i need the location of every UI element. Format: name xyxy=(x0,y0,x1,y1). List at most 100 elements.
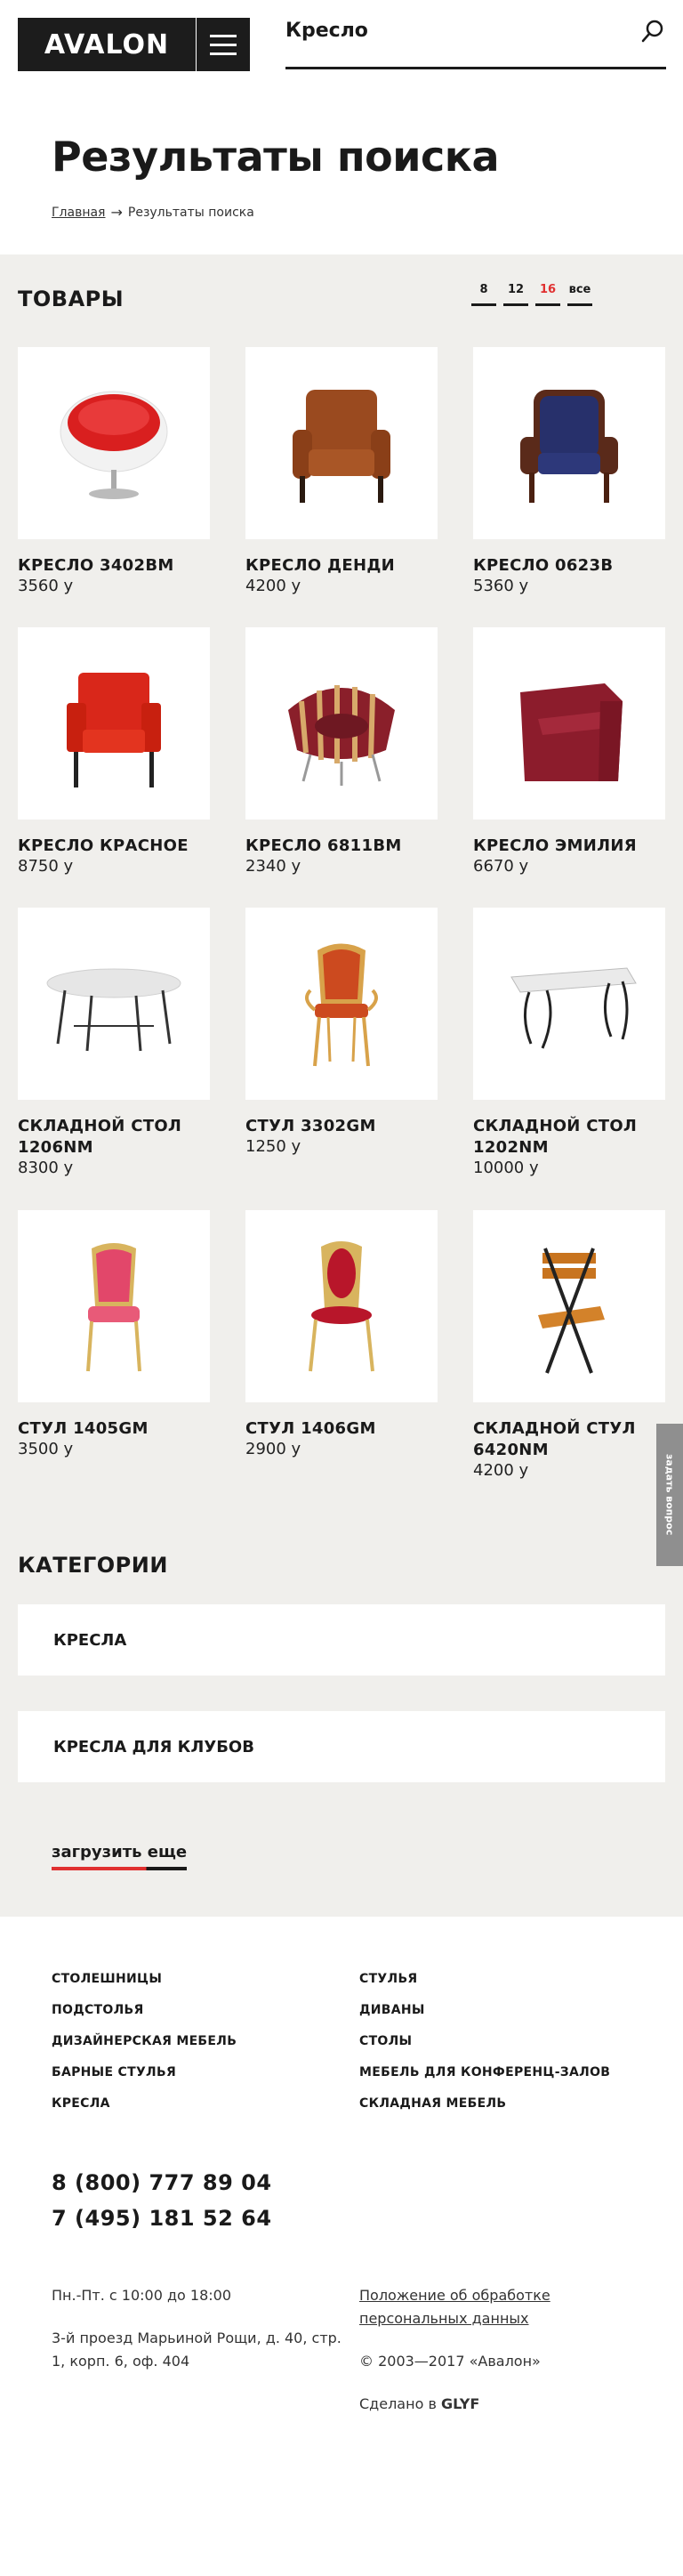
site-header: AVALON xyxy=(0,0,683,87)
product-price: 4200 у xyxy=(245,577,301,595)
product-price: 1250 у xyxy=(245,1137,301,1156)
title-section: Результаты поиска Главная → Результаты п… xyxy=(0,87,683,254)
product-card[interactable]: СТУЛ 1406GM 2900 у xyxy=(245,1210,438,1508)
footer-link[interactable]: ДИЗАЙНЕРСКАЯ МЕБЕЛЬ xyxy=(52,2032,359,2051)
per-page-option[interactable]: все xyxy=(567,283,592,306)
product-name: СКЛАДНОЙ СТОЛ 1202NM xyxy=(473,1117,638,1157)
cube-armchair-icon xyxy=(520,683,623,781)
logo-text: AVALON xyxy=(44,28,170,61)
product-price: 2340 у xyxy=(245,857,301,876)
product-image xyxy=(245,1210,438,1402)
product-card[interactable]: СТУЛ 1405GM 3500 у xyxy=(18,1210,210,1508)
product-price: 2900 у xyxy=(245,1440,301,1458)
products-title: ТОВАРЫ xyxy=(18,287,125,311)
banquet-armchair-icon xyxy=(305,943,378,1067)
product-image xyxy=(245,908,438,1100)
product-image xyxy=(18,908,210,1100)
product-row: СТУЛ 1405GM 3500 у СТУЛ 1406GM 2900 у СК… xyxy=(18,1210,665,1508)
breadcrumb-home-link[interactable]: Главная xyxy=(52,206,105,220)
product-name: СТУЛ 1405GM xyxy=(18,1419,149,1438)
breadcrumb: Главная → Результаты поиска xyxy=(52,204,683,221)
product-card[interactable]: КРЕСЛО ЭМИЛИЯ 6670 у xyxy=(473,627,665,908)
product-price: 4200 у xyxy=(473,1461,529,1480)
product-price: 3500 у xyxy=(18,1440,74,1458)
phone-link[interactable]: 7 (495) 181 52 64 xyxy=(52,2201,631,2236)
footer-info-right: Положение об обработке персональных данн… xyxy=(359,2284,626,2416)
product-card[interactable]: КРЕСЛО 0623B 5360 у xyxy=(473,347,665,627)
product-price: 6670 у xyxy=(473,857,529,876)
categories-title: КАТЕГОРИИ xyxy=(18,1553,168,1578)
product-name: КРЕСЛО 3402BM xyxy=(18,556,174,575)
made-by-brand-link[interactable]: GLYF xyxy=(441,2395,479,2412)
per-page-option[interactable]: 8 xyxy=(471,283,496,306)
product-image xyxy=(245,627,438,820)
category-item[interactable]: КРЕСЛА ДЛЯ КЛУБОВ xyxy=(18,1711,665,1782)
round-table-icon xyxy=(46,968,181,1052)
product-name: СКЛАДНОЙ СТУЛ 6420NM xyxy=(473,1419,636,1459)
footer-info-left: Пн.-Пт. с 10:00 до 18:00 3-й проезд Марь… xyxy=(52,2284,359,2416)
product-card[interactable]: КРЕСЛО 6811BM 2340 у xyxy=(245,627,438,908)
per-page-option[interactable]: 12 xyxy=(503,283,528,306)
product-price: 10000 у xyxy=(473,1159,539,1177)
product-card[interactable]: СКЛАДНОЙ СТУЛ 6420NM 4200 у xyxy=(473,1210,665,1508)
blue-armchair-icon xyxy=(520,390,618,503)
products-header: ТОВАРЫ 8 12 16 все xyxy=(18,254,665,347)
product-name: КРЕСЛО 6811BM xyxy=(245,836,402,855)
privacy-policy-link[interactable]: Положение об обработке персональных данн… xyxy=(359,2284,626,2330)
footer-link[interactable]: СТУЛЬЯ xyxy=(359,1970,626,1989)
burger-line xyxy=(210,52,237,55)
search-results: ТОВАРЫ 8 12 16 все КРЕСЛО 3402BM 3560 у xyxy=(0,254,683,1917)
product-image xyxy=(473,1210,665,1402)
rect-table-icon xyxy=(510,967,637,1049)
search-bar xyxy=(285,14,666,69)
footer-link[interactable]: СКЛАДНАЯ МЕБЕЛЬ xyxy=(359,2095,626,2113)
site-logo[interactable]: AVALON xyxy=(18,18,196,71)
footer-nav: СТОЛЕШНИЦЫ СТУЛЬЯ ПОДСТОЛЬЯ ДИВАНЫ ДИЗАЙ… xyxy=(52,1970,631,2113)
search-icon xyxy=(641,20,663,43)
footer-link[interactable]: МЕБЕЛЬ ДЛЯ КОНФЕРЕНЦ-ЗАЛОВ xyxy=(359,2063,626,2082)
product-name: КРЕСЛО ДЕНДИ xyxy=(245,556,396,575)
category-item[interactable]: КРЕСЛА xyxy=(18,1604,665,1676)
egg-armchair-icon xyxy=(60,391,168,499)
product-card[interactable]: СКЛАДНОЙ СТОЛ 1202NM 10000 у xyxy=(473,908,665,1210)
product-price: 8750 у xyxy=(18,857,74,876)
product-card[interactable]: СТУЛ 3302GM 1250 у xyxy=(245,908,438,1210)
burger-line xyxy=(210,43,237,46)
product-image xyxy=(473,627,665,820)
product-name: КРЕСЛО ЭМИЛИЯ xyxy=(473,836,637,855)
product-price: 8300 у xyxy=(18,1159,74,1177)
product-name: СКЛАДНОЙ СТОЛ 1206NM xyxy=(18,1117,182,1157)
product-card[interactable]: КРЕСЛО 3402BM 3560 у xyxy=(18,347,210,627)
product-image xyxy=(245,347,438,539)
footer-link[interactable]: СТОЛЫ xyxy=(359,2032,626,2051)
red-banquet-chair-icon xyxy=(309,1241,374,1372)
ask-question-tab[interactable]: задать вопрос xyxy=(656,1424,683,1566)
page-title: Результаты поиска xyxy=(52,133,500,181)
product-price: 5360 у xyxy=(473,577,529,595)
phone-link[interactable]: 8 (800) 777 89 04 xyxy=(52,2165,631,2201)
footer-link[interactable]: ПОДСТОЛЬЯ xyxy=(52,2001,359,2020)
product-name: КРЕСЛО КРАСНОЕ xyxy=(18,836,189,855)
product-row: СКЛАДНОЙ СТОЛ 1206NM 8300 у СТУЛ 3302GM … xyxy=(18,908,665,1210)
search-input[interactable] xyxy=(285,14,606,46)
menu-burger-button[interactable] xyxy=(197,18,250,71)
product-card[interactable]: КРЕСЛО КРАСНОЕ 8750 у xyxy=(18,627,210,908)
footer-link[interactable]: БАРНЫЕ СТУЛЬЯ xyxy=(52,2063,359,2082)
product-image xyxy=(18,627,210,820)
footer-link[interactable]: КРЕСЛА xyxy=(52,2095,359,2113)
burger-line xyxy=(210,34,237,37)
footer-link[interactable]: ДИВАНЫ xyxy=(359,2001,626,2020)
search-button[interactable] xyxy=(639,18,666,44)
phones: 8 (800) 777 89 04 7 (495) 181 52 64 xyxy=(52,2165,631,2236)
working-hours: Пн.-Пт. с 10:00 до 18:00 xyxy=(52,2287,231,2304)
per-page-option-active[interactable]: 16 xyxy=(535,283,560,306)
per-page-selector: 8 12 16 все xyxy=(471,283,599,306)
footer-link[interactable]: СТОЛЕШНИЦЫ xyxy=(52,1970,359,1989)
product-image xyxy=(473,347,665,539)
product-card[interactable]: КРЕСЛО ДЕНДИ 4200 у xyxy=(245,347,438,627)
product-price: 3560 у xyxy=(18,577,74,595)
load-more-button[interactable]: загрузить еще xyxy=(52,1843,188,1870)
product-name: СТУЛ 3302GM xyxy=(245,1117,376,1135)
product-name: КРЕСЛО 0623B xyxy=(473,556,614,575)
product-card[interactable]: СКЛАДНОЙ СТОЛ 1206NM 8300 у xyxy=(18,908,210,1210)
